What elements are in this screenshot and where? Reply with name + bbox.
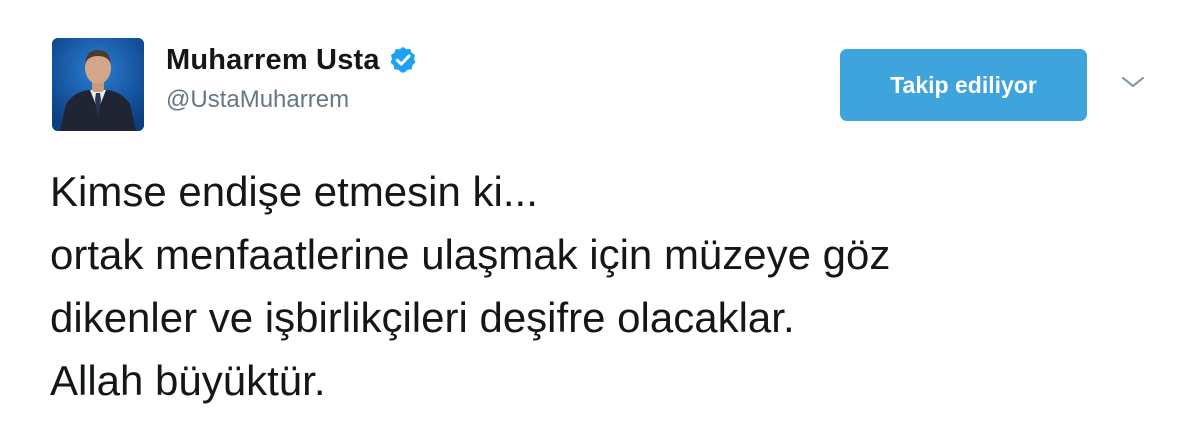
avatar-photo (52, 38, 144, 131)
tweet-text-line: Kimse endişe etmesin ki... (50, 168, 538, 215)
name-row: Muharrem Usta (166, 40, 418, 80)
tweet-card: Muharrem Usta @UstaMuharrem Takip ediliy… (0, 0, 1200, 428)
avatar[interactable] (52, 38, 144, 131)
tweet-text-line: ortak menfaatlerine ulaşmak için müzeye … (50, 231, 891, 278)
user-info: Muharrem Usta @UstaMuharrem (166, 40, 418, 114)
display-name[interactable]: Muharrem Usta (166, 44, 380, 77)
chevron-down-icon[interactable] (1120, 74, 1146, 90)
user-handle[interactable]: @UstaMuharrem (166, 86, 418, 114)
following-button[interactable]: Takip ediliyor (840, 49, 1087, 121)
verified-badge-icon (388, 45, 418, 75)
tweet-text-line: dikenler ve işbirlikçileri deşifre olaca… (50, 294, 795, 341)
tweet-text: Kimse endişe etmesin ki... ortak menfaat… (50, 160, 1180, 412)
tweet-text-line: Allah büyüktür. (50, 357, 326, 404)
